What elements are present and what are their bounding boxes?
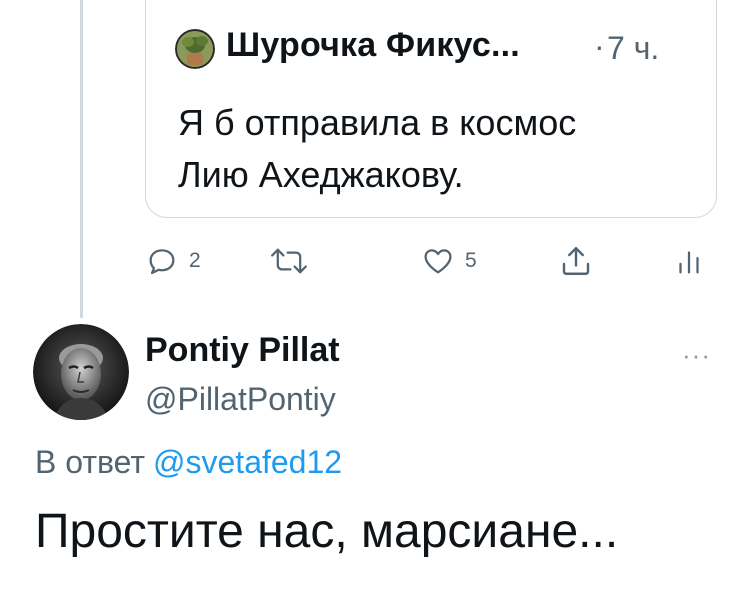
quoted-tweet-text: Я б отправила в космос Лию Ахеджакову. bbox=[178, 102, 577, 195]
author-handle[interactable]: @PillatPontiy bbox=[145, 381, 336, 418]
quoted-author-name[interactable]: Шурочка Фикус... bbox=[226, 26, 520, 65]
tweet-text: Простите нас, марсиане... bbox=[35, 505, 619, 558]
like-count: 5 bbox=[465, 249, 477, 272]
quoted-author-avatar[interactable] bbox=[175, 29, 215, 69]
analytics-button[interactable] bbox=[676, 238, 702, 284]
reply-label: В ответ bbox=[35, 444, 146, 480]
retweet-button[interactable] bbox=[268, 238, 310, 284]
author-avatar[interactable] bbox=[33, 324, 129, 420]
share-icon bbox=[558, 243, 594, 279]
reply-icon bbox=[145, 244, 179, 278]
reply-context: В ответ @svetafed12 bbox=[35, 444, 342, 481]
reply-mention-link[interactable]: @svetafed12 bbox=[153, 444, 342, 480]
analytics-icon bbox=[676, 244, 702, 278]
reply-count: 2 bbox=[189, 249, 201, 272]
tweet-action-bar: 2 5 bbox=[0, 238, 750, 284]
time-separator: · bbox=[594, 28, 605, 64]
reply-button[interactable]: 2 bbox=[145, 238, 201, 284]
share-button[interactable] bbox=[558, 238, 594, 284]
retweet-icon bbox=[268, 244, 310, 278]
more-options-icon[interactable]: ··· bbox=[682, 340, 711, 371]
like-button[interactable]: 5 bbox=[421, 238, 477, 284]
quoted-tweet-time[interactable]: 7 ч. bbox=[607, 30, 659, 67]
heart-icon bbox=[421, 244, 455, 278]
author-display-name[interactable]: Pontiy Pillat bbox=[145, 331, 340, 370]
